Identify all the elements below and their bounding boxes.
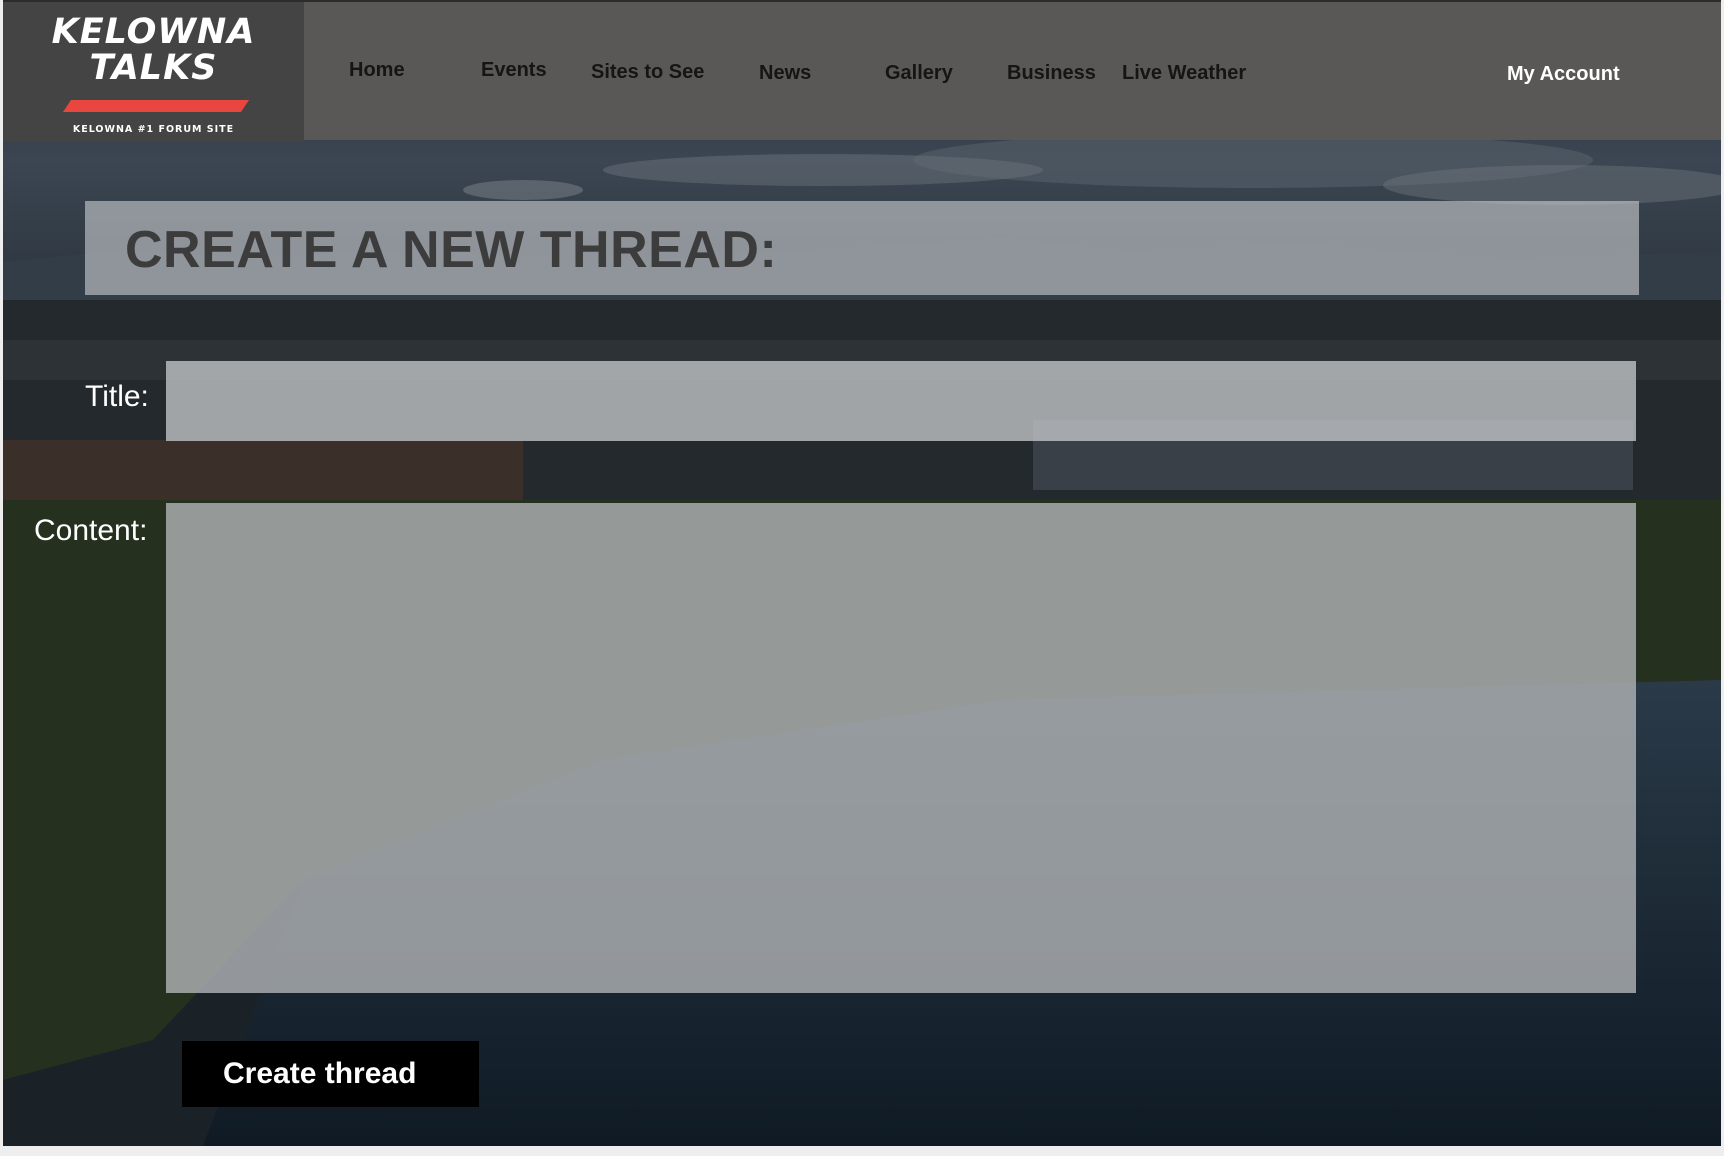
logo-text-line1: KELOWNA	[51, 12, 256, 52]
logo-tagline: KELOWNA #1 FORUM SITE	[72, 124, 235, 135]
site-header: KELOWNA TALKS KELOWNA #1 FORUM SITE Home…	[3, 0, 1721, 142]
logo-swoosh-icon	[63, 100, 249, 112]
page-title: CREATE A NEW THREAD:	[125, 221, 778, 279]
nav-sites-to-see[interactable]: Sites to See	[591, 61, 704, 84]
nav-gallery[interactable]: Gallery	[885, 62, 953, 85]
nav-news[interactable]: News	[759, 62, 811, 85]
nav-home[interactable]: Home	[349, 59, 405, 82]
page-frame: KELOWNA TALKS KELOWNA #1 FORUM SITE Home…	[3, 0, 1721, 1146]
logo-text-line2: TALKS	[89, 48, 218, 88]
nav-live-weather[interactable]: Live Weather	[1122, 62, 1246, 85]
content-textarea[interactable]	[166, 503, 1636, 993]
nav-business[interactable]: Business	[1007, 62, 1096, 85]
create-thread-button[interactable]: Create thread	[182, 1041, 479, 1107]
page-title-bar: CREATE A NEW THREAD:	[85, 201, 1639, 295]
content-field-label: Content:	[34, 514, 148, 547]
title-field-label: Title:	[85, 380, 149, 413]
nav-events[interactable]: Events	[481, 59, 547, 82]
title-input[interactable]	[166, 361, 1636, 441]
site-logo[interactable]: KELOWNA TALKS KELOWNA #1 FORUM SITE	[3, 2, 304, 142]
my-account-link[interactable]: My Account	[1507, 63, 1620, 86]
